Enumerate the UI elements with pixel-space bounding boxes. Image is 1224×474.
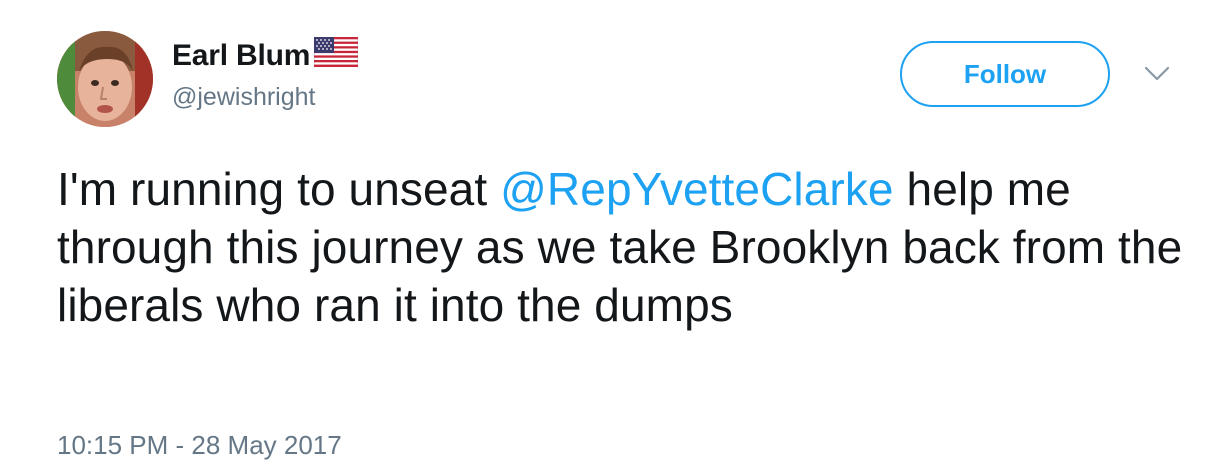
chevron-down-icon[interactable] — [1144, 66, 1170, 82]
tweet-timestamp[interactable]: 10:15 PM - 28 May 2017 — [57, 430, 342, 461]
tweet-text-start: I'm running to unseat — [57, 163, 501, 215]
mention-link[interactable]: @RepYvetteClarke — [500, 163, 893, 215]
display-name[interactable]: Earl Blum — [172, 39, 310, 73]
follow-button[interactable]: Follow — [900, 41, 1110, 107]
avatar[interactable] — [57, 31, 153, 127]
us-flag-icon — [313, 36, 359, 72]
tweet-text: I'm running to unseat @RepYvetteClarke h… — [57, 160, 1187, 334]
user-handle[interactable]: @jewishright — [172, 83, 315, 112]
tweet-card: Earl Blum @jewishright Follow I'm runnin… — [0, 0, 1224, 474]
profile-photo — [57, 31, 153, 127]
name-row: Earl Blum — [172, 36, 359, 74]
